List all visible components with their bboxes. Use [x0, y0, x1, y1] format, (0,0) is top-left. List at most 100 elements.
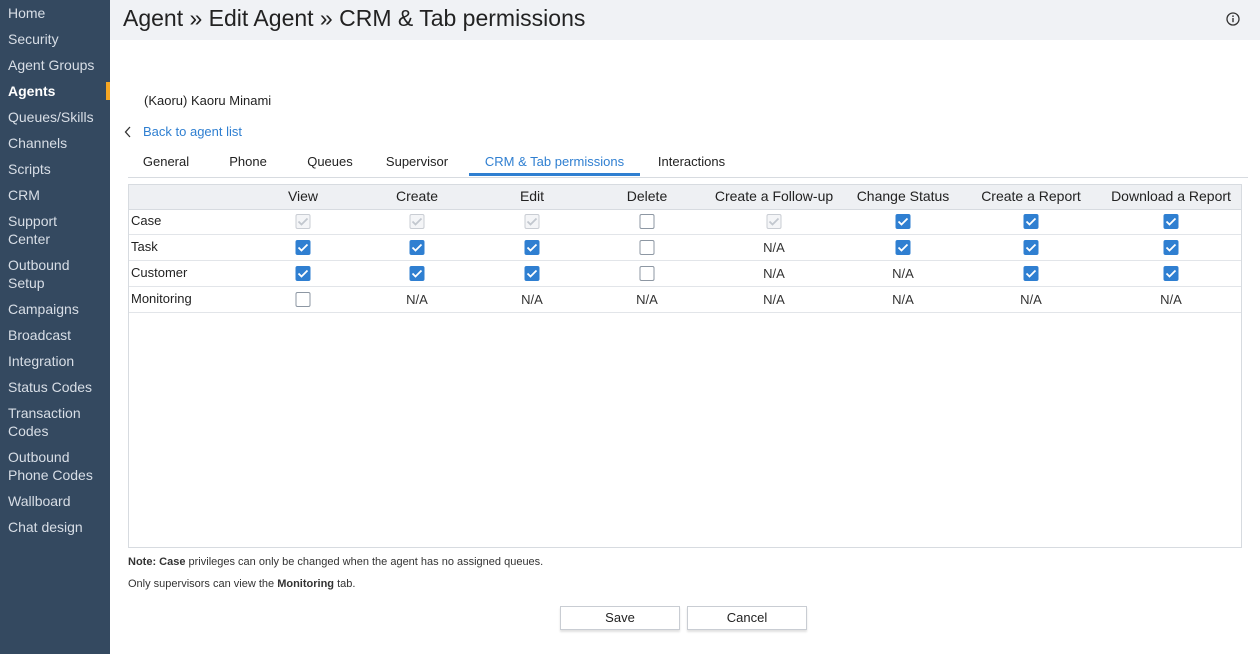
sidebar-item-label: Agents	[8, 83, 56, 99]
note-prefix: Note:	[128, 556, 157, 568]
sidebar-item-crm[interactable]: CRM	[0, 186, 110, 204]
sidebar-item-status-codes[interactable]: Status Codes	[0, 378, 110, 396]
sidebar-item-label: Outbound	[8, 449, 70, 465]
checkbox-checked[interactable]	[1163, 240, 1179, 255]
permissions-table: View Create Edit Delete Create a Follow-up Ch…	[128, 184, 1242, 548]
sidebar-item-label: Campaigns	[8, 301, 79, 317]
sidebar-item-support-center[interactable]: Support Center	[0, 212, 110, 248]
save-button[interactable]: Save	[560, 606, 680, 630]
sidebar-item-label: Phone Codes	[8, 467, 93, 483]
column-header-create: Create	[395, 188, 439, 204]
checkmark-icon	[1165, 243, 1177, 252]
sidebar-item-outbound-phone-codes[interactable]: Outbound Phone Codes	[0, 448, 110, 484]
cell-case-change-status	[895, 209, 911, 234]
sidebar-item-label: Home	[8, 5, 46, 21]
checkbox-checked[interactable]	[295, 240, 311, 255]
cell-monitoring-view	[295, 287, 311, 312]
note-monitoring-suffix: tab.	[337, 578, 356, 590]
cell-task-edit	[524, 235, 540, 260]
checkmark-icon	[1165, 217, 1177, 226]
checkmark-icon	[1165, 269, 1177, 278]
cell-customer-edit	[524, 261, 540, 286]
cell-customer-download-a-report	[1163, 261, 1179, 286]
cell-task-create-a-follow-up: N/A	[763, 240, 785, 255]
sidebar-item-integration[interactable]: Integration	[0, 352, 110, 370]
sidebar-item-broadcast[interactable]: Broadcast	[0, 326, 110, 344]
cancel-button[interactable]: Cancel	[687, 606, 807, 630]
sidebar-item-security[interactable]: Security	[0, 30, 110, 48]
row-label: Task	[131, 239, 158, 254]
cell-monitoring-change-status: N/A	[892, 292, 914, 307]
sidebar-item-agents[interactable]: Agents	[0, 82, 110, 100]
row-label: Monitoring	[131, 291, 192, 306]
checkbox-checked[interactable]	[1163, 266, 1179, 281]
sidebar-item-label: Queues/Skills	[8, 109, 94, 125]
checkmark-icon	[526, 269, 538, 278]
sidebar-item-campaigns[interactable]: Campaigns	[0, 300, 110, 318]
sidebar-item-chat-design[interactable]: Chat design	[0, 518, 110, 536]
chevron-left-icon	[124, 126, 131, 137]
checkbox-checked[interactable]	[1163, 214, 1179, 229]
sidebar-item-channels[interactable]: Channels	[0, 134, 110, 152]
tab-queues[interactable]: Queues	[292, 152, 368, 176]
page-title: Agent » Edit Agent » CRM & Tab permissio…	[123, 5, 586, 31]
checkbox-checked[interactable]	[409, 240, 425, 255]
cell-case-view	[295, 209, 311, 234]
sidebar-item-label: Center	[8, 231, 51, 247]
info-icon[interactable]	[1226, 12, 1240, 26]
sidebar-item-agent-groups[interactable]: Agent Groups	[0, 56, 110, 74]
checkbox-unchecked[interactable]	[295, 292, 311, 307]
sidebar-item-wallboard[interactable]: Wallboard	[0, 492, 110, 510]
sidebar-item-home[interactable]: Home	[0, 4, 110, 22]
cell-case-create	[409, 209, 425, 234]
checkbox-checked[interactable]	[524, 266, 540, 281]
sidebar-item-transaction-codes[interactable]: Transaction Codes	[0, 404, 110, 440]
checkmark-icon	[768, 217, 780, 226]
sidebar: Home Security Agent Groups Agents Queues/Ski…	[0, 0, 110, 654]
back-link-label: Back to agent list	[143, 124, 242, 139]
page-header: Agent » Edit Agent » CRM & Tab permissio…	[110, 0, 1260, 40]
checkmark-icon	[297, 269, 309, 278]
sidebar-item-queues-skills[interactable]: Queues/Skills	[0, 108, 110, 126]
column-header-delete: Delete	[626, 188, 668, 204]
tab-phone[interactable]: Phone	[224, 152, 272, 176]
checkbox-disabled-checked	[295, 214, 311, 229]
sidebar-item-label: Broadcast	[8, 327, 72, 343]
sidebar-item-label: CRM	[8, 187, 40, 203]
checkmark-icon	[297, 243, 309, 252]
sidebar-item-scripts[interactable]: Scripts	[0, 160, 110, 178]
tab-supervisor[interactable]: Supervisor	[379, 152, 455, 176]
checkbox-checked[interactable]	[409, 266, 425, 281]
cell-task-delete	[639, 235, 655, 260]
tab-bar: General Phone Queues Supervisor CRM & Tab pe…	[128, 152, 1248, 178]
tab-crm-tab-permissions[interactable]: CRM & Tab permissions	[469, 152, 640, 176]
checkbox-checked[interactable]	[1023, 240, 1039, 255]
checkbox-unchecked[interactable]	[639, 266, 655, 281]
checkbox-unchecked[interactable]	[639, 214, 655, 229]
cell-customer-change-status: N/A	[892, 266, 914, 281]
checkmark-icon	[1025, 243, 1037, 252]
checkbox-unchecked[interactable]	[639, 240, 655, 255]
checkbox-checked[interactable]	[1023, 214, 1039, 229]
cell-case-create-a-report	[1023, 209, 1039, 234]
checkbox-checked[interactable]	[524, 240, 540, 255]
cell-case-edit	[524, 209, 540, 234]
checkmark-icon	[526, 217, 538, 226]
column-header-edit: Edit	[519, 188, 545, 204]
sidebar-item-label: Support	[8, 213, 58, 229]
column-header-change-status: Change Status	[856, 188, 950, 204]
checkmark-icon	[897, 243, 909, 252]
sidebar-item-label: Channels	[8, 135, 68, 151]
sidebar-item-outbound-setup[interactable]: Outbound Setup	[0, 256, 110, 292]
checkbox-checked[interactable]	[895, 214, 911, 229]
cell-monitoring-download-a-report: N/A	[1160, 292, 1182, 307]
tab-general[interactable]: General	[128, 152, 204, 176]
checkbox-checked[interactable]	[295, 266, 311, 281]
checkbox-checked[interactable]	[1023, 266, 1039, 281]
checkbox-checked[interactable]	[895, 240, 911, 255]
back-to-agent-list-link[interactable]: Back to agent list	[124, 124, 242, 139]
checkbox-disabled-checked	[409, 214, 425, 229]
cell-customer-create-a-follow-up: N/A	[763, 266, 785, 281]
tab-interactions[interactable]: Interactions	[640, 152, 743, 176]
agent-name: (Kaoru) Kaoru Minami	[144, 93, 272, 108]
